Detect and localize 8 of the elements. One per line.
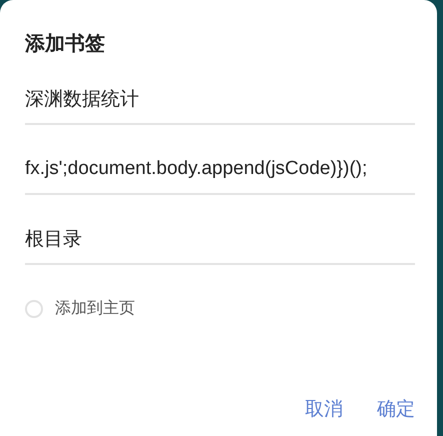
text-field[interactable]: 根目录 (25, 227, 415, 265)
checkbox-label: 添加到主页 (55, 298, 135, 319)
confirm-button[interactable]: 确定 (375, 394, 417, 424)
dialog-title: 添加书签 (25, 30, 105, 57)
checkbox[interactable] (25, 300, 43, 318)
text-field[interactable]: 深渊数据统计 (25, 87, 415, 125)
text-field[interactable]: fx.js';document.body.append(jsCode)})(); (25, 157, 415, 195)
cancel-button[interactable]: 取消 (303, 394, 345, 424)
